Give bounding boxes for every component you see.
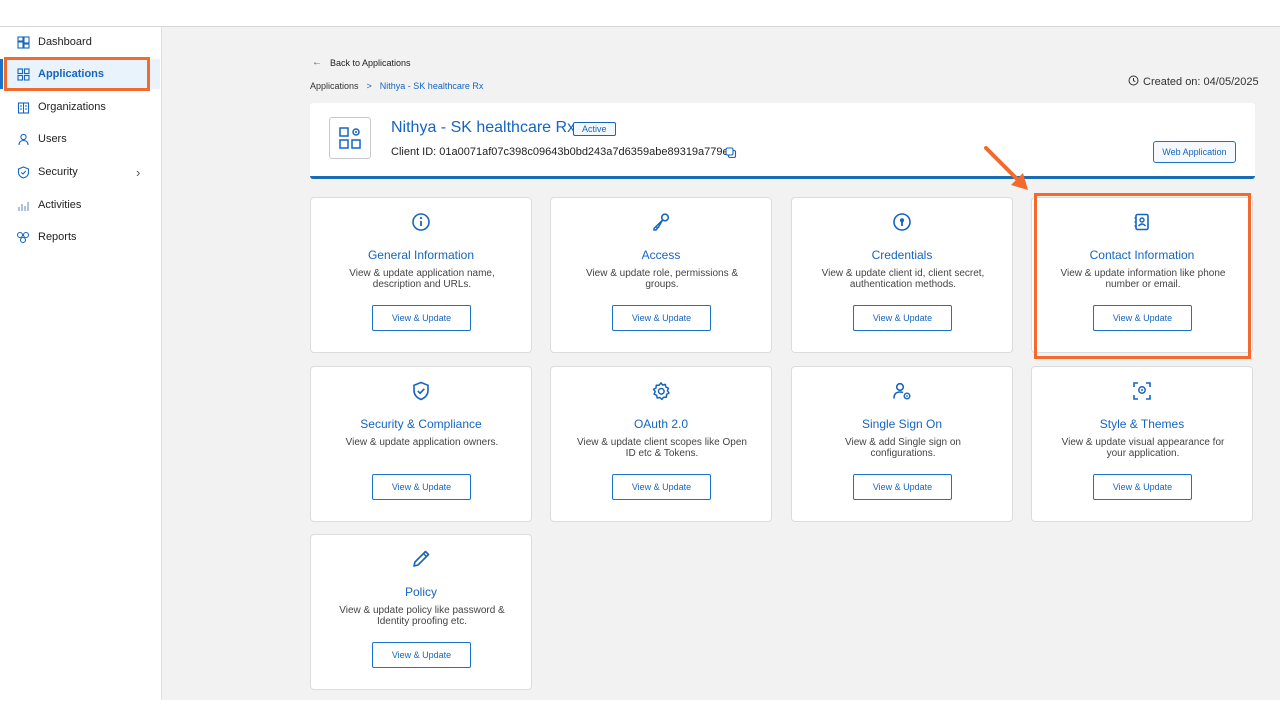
card-title: Policy bbox=[404, 585, 437, 599]
card-description: View & update information like phone num… bbox=[1060, 268, 1226, 290]
top-bar bbox=[0, 0, 1280, 27]
card-description: View & update visual appearance for your… bbox=[1061, 437, 1225, 459]
info-icon bbox=[311, 212, 531, 232]
sidebar-item-label: Dashboard bbox=[38, 36, 92, 48]
view-update-button[interactable]: View & Update bbox=[612, 305, 711, 331]
sidebar-item-label: Applications bbox=[38, 68, 105, 80]
card-general-information: General Information View & update applic… bbox=[310, 197, 532, 353]
sidebar-item-organizations[interactable]: Organizations bbox=[6, 92, 160, 122]
card-title: OAuth 2.0 bbox=[633, 417, 689, 431]
card-title: Single Sign On bbox=[861, 417, 943, 431]
status-badge: Active bbox=[573, 122, 616, 136]
breadcrumb-root[interactable]: Applications bbox=[310, 81, 359, 91]
sidebar-item-activities[interactable]: Activities bbox=[6, 190, 160, 220]
card-oauth: OAuth 2.0 View & update client scopes li… bbox=[550, 366, 772, 522]
sidebar-item-label: Security bbox=[38, 166, 78, 178]
breadcrumb: Applications > Nithya - SK healthcare Rx bbox=[310, 81, 483, 91]
created-on: Created on: 04/05/2025 bbox=[1128, 75, 1259, 89]
card-credentials: Credentials View & update client id, cli… bbox=[791, 197, 1013, 353]
breadcrumb-current: Nithya - SK healthcare Rx bbox=[379, 81, 484, 91]
card-description: View & update application name, descript… bbox=[349, 268, 495, 290]
applications-grid-icon bbox=[16, 67, 30, 81]
card-description: View & update client scopes like Open ID… bbox=[577, 437, 747, 459]
shield-check-icon bbox=[311, 381, 531, 401]
card-access: Access View & update role, permissions &… bbox=[550, 197, 772, 353]
card-title: Contact Information bbox=[1089, 248, 1195, 262]
sidebar-item-security[interactable]: Security › bbox=[6, 157, 160, 187]
view-update-button[interactable]: View & Update bbox=[853, 474, 952, 500]
contact-book-icon bbox=[1032, 212, 1252, 232]
view-update-button[interactable]: View & Update bbox=[1093, 474, 1192, 500]
organization-icon bbox=[16, 100, 30, 114]
dashboard-icon bbox=[16, 35, 30, 49]
card-description: View & update application owners. bbox=[345, 437, 499, 448]
card-description: View & update client id, client secret, … bbox=[821, 268, 985, 290]
view-update-button[interactable]: View & Update bbox=[372, 474, 471, 500]
shield-icon bbox=[16, 165, 30, 179]
key-icon bbox=[551, 212, 771, 232]
sidebar-item-label: Organizations bbox=[38, 101, 106, 113]
view-update-button[interactable]: View & Update bbox=[1093, 305, 1192, 331]
card-description: View & update policy like password & Ide… bbox=[339, 605, 505, 627]
activity-bars-icon bbox=[16, 198, 30, 212]
chevron-right-icon: › bbox=[136, 164, 141, 180]
sidebar-item-label: Users bbox=[38, 133, 67, 145]
gear-icon bbox=[551, 381, 771, 401]
card-contact-information: Contact Information View & update inform… bbox=[1031, 197, 1253, 353]
card-title: General Information bbox=[367, 248, 475, 262]
card-title: Credentials bbox=[871, 248, 933, 262]
card-style-themes: Style & Themes View & update visual appe… bbox=[1031, 366, 1253, 522]
sidebar-item-label: Reports bbox=[38, 231, 77, 243]
sidebar-item-label: Activities bbox=[38, 199, 82, 211]
card-title: Style & Themes bbox=[1099, 417, 1185, 431]
face-scan-icon bbox=[1032, 381, 1252, 401]
user-icon bbox=[16, 132, 30, 146]
user-settings-icon bbox=[792, 381, 1012, 401]
card-description: View & update role, permissions & groups… bbox=[585, 268, 739, 290]
pencil-icon bbox=[311, 549, 531, 569]
sidebar-item-applications[interactable]: Applications bbox=[0, 59, 160, 89]
view-update-button[interactable]: View & Update bbox=[372, 305, 471, 331]
card-title: Access bbox=[641, 248, 681, 262]
copy-icon[interactable] bbox=[725, 146, 737, 164]
sidebar-item-reports[interactable]: Reports bbox=[6, 222, 160, 252]
app-name: Nithya - SK healthcare Rx bbox=[391, 119, 576, 136]
web-application-button[interactable]: Web Application bbox=[1153, 141, 1236, 163]
back-arrow-icon: ← bbox=[312, 57, 322, 68]
sidebar-item-dashboard[interactable]: Dashboard bbox=[6, 27, 160, 57]
breadcrumb-separator: > bbox=[366, 81, 372, 91]
card-security-compliance: Security & Compliance View & update appl… bbox=[310, 366, 532, 522]
view-update-button[interactable]: View & Update bbox=[853, 305, 952, 331]
clock-icon bbox=[1128, 75, 1139, 89]
sidebar: Dashboard Applications Organizations Use… bbox=[0, 27, 162, 700]
card-description: View & add Single sign on configurations… bbox=[844, 437, 961, 459]
created-on-text: Created on: 04/05/2025 bbox=[1143, 76, 1259, 88]
view-update-button[interactable]: View & Update bbox=[372, 642, 471, 668]
back-to-applications-link[interactable]: ← Back to Applications bbox=[312, 57, 411, 68]
app-tile-icon bbox=[329, 117, 371, 159]
sidebar-item-users[interactable]: Users bbox=[6, 124, 160, 154]
view-update-button[interactable]: View & Update bbox=[612, 474, 711, 500]
card-policy: Policy View & update policy like passwor… bbox=[310, 534, 532, 690]
keyhole-icon bbox=[792, 212, 1012, 232]
back-label: Back to Applications bbox=[330, 57, 411, 68]
client-id: Client ID: 01a0071af07c398c09643b0bd243a… bbox=[391, 146, 729, 158]
card-title: Security & Compliance bbox=[360, 417, 482, 431]
card-single-sign-on: Single Sign On View & add Single sign on… bbox=[791, 366, 1013, 522]
reports-icon bbox=[16, 230, 30, 244]
bottom-strip bbox=[0, 700, 1280, 720]
app-header-card: Nithya - SK healthcare Rx Active Client … bbox=[310, 103, 1255, 179]
